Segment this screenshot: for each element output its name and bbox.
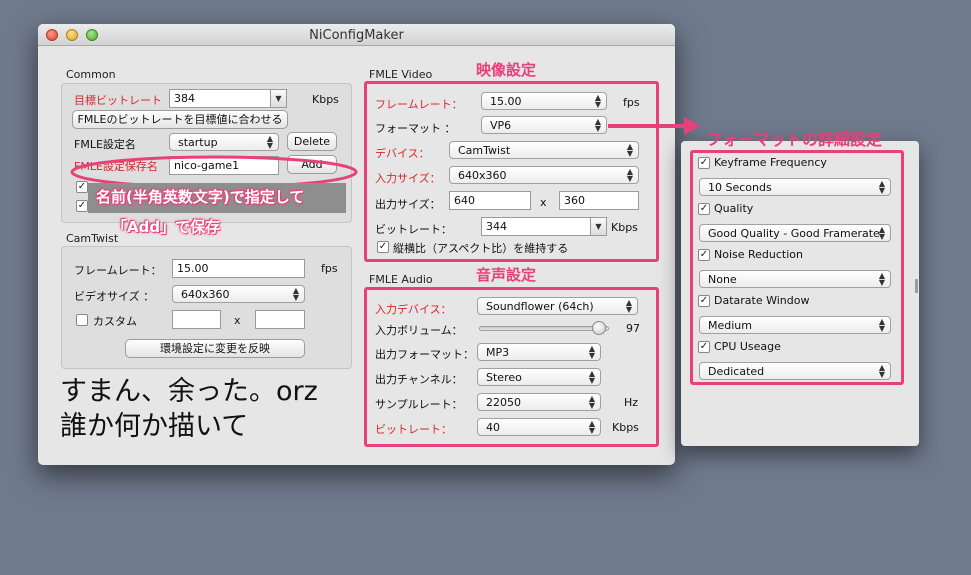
target-bitrate-combo[interactable]: 384 ▼ bbox=[169, 89, 287, 108]
target-bitrate-label: 目標ビットレート bbox=[74, 94, 162, 107]
camtwist-videosize-label: ビデオサイズ ： bbox=[74, 290, 155, 303]
match-bitrate-button[interactable]: FMLEのビットレートを目標値に合わせる bbox=[72, 110, 288, 129]
down-triangle-icon[interactable]: ▼ bbox=[270, 90, 286, 107]
camtwist-videosize-select[interactable]: 640x360 ▲ ▼ bbox=[172, 285, 305, 303]
custom-width-field[interactable] bbox=[172, 310, 221, 329]
resize-handle[interactable] bbox=[915, 279, 918, 293]
custom-x-separator: x bbox=[234, 314, 241, 327]
fmle-name-select[interactable]: startup ▲ ▼ bbox=[169, 133, 279, 151]
leftover-comment-line-1: すまん、余った。orz bbox=[60, 376, 318, 407]
target-bitrate-unit: Kbps bbox=[312, 93, 339, 106]
leftover-comment-line-2: 誰か何か描いて bbox=[60, 411, 249, 442]
format-details-highlight bbox=[690, 150, 904, 385]
audio-settings-highlight bbox=[364, 287, 659, 447]
apply-settings-button[interactable]: 環境設定に変更を反映 bbox=[125, 339, 305, 358]
check-icon[interactable]: ✓ bbox=[76, 200, 88, 212]
up-down-arrows-icon: ▲ ▼ bbox=[266, 134, 273, 150]
name-hint-line-1: 名前(半角英数文字)で指定して bbox=[96, 188, 305, 206]
window-title: NiConfigMaker bbox=[309, 28, 404, 43]
arrow-icon bbox=[608, 117, 700, 135]
camtwist-videosize-value: 640x360 bbox=[181, 288, 230, 301]
delete-button[interactable]: Delete bbox=[287, 132, 337, 151]
common-group-label: Common bbox=[66, 68, 116, 81]
camtwist-group-label: CamTwist bbox=[66, 232, 119, 245]
audio-settings-annotation: 音声設定 bbox=[476, 266, 537, 284]
up-down-arrows-icon: ▲ ▼ bbox=[292, 286, 299, 302]
fmle-audio-group-label: FMLE Audio bbox=[369, 273, 433, 286]
format-details-annotation: フォーマットの詳細設定 bbox=[706, 130, 883, 149]
fmle-video-group-label: FMLE Video bbox=[369, 68, 433, 81]
title-bar[interactable]: NiConfigMaker bbox=[38, 24, 675, 46]
fmle-name-label: FMLE設定名 bbox=[74, 138, 136, 151]
custom-checkbox[interactable] bbox=[76, 314, 88, 326]
video-settings-highlight bbox=[364, 81, 659, 262]
fmle-name-value: startup bbox=[178, 136, 218, 149]
target-bitrate-value: 384 bbox=[174, 92, 195, 105]
custom-label: カスタム bbox=[93, 315, 137, 328]
video-settings-annotation: 映像設定 bbox=[476, 61, 537, 79]
camtwist-framerate-unit: fps bbox=[321, 262, 338, 275]
name-hint-line-2: 「Add」で保存 bbox=[112, 218, 221, 236]
camtwist-framerate-label: フレームレート： bbox=[74, 264, 162, 277]
custom-height-field[interactable] bbox=[255, 310, 305, 329]
camtwist-framerate-field[interactable]: 15.00 bbox=[172, 259, 305, 278]
